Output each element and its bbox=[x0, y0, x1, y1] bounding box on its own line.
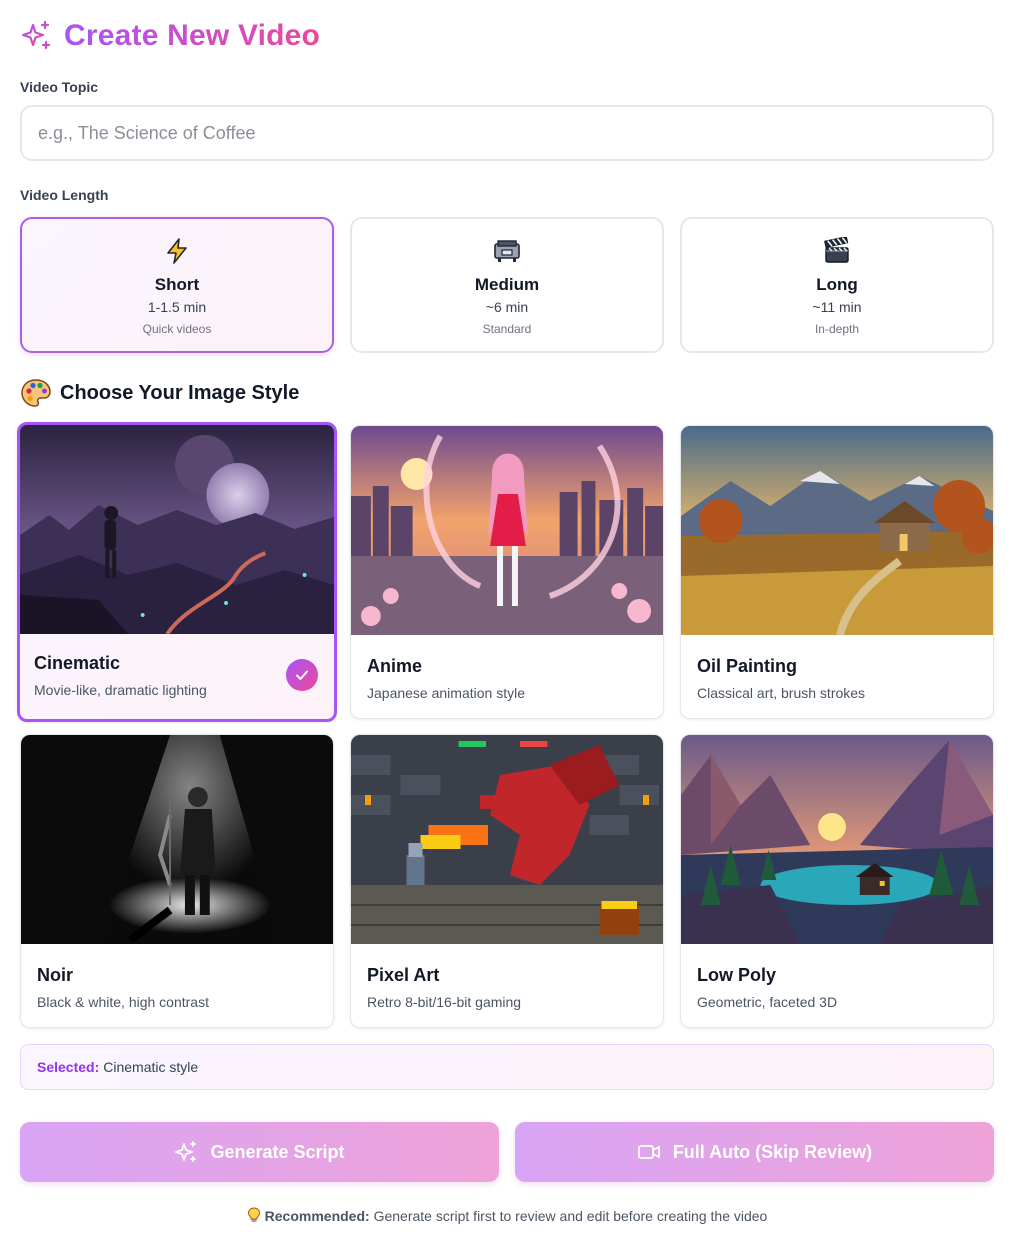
lightbulb-icon bbox=[247, 1207, 260, 1222]
pixel-art-thumbnail bbox=[351, 735, 663, 944]
video-length-label: Video Length bbox=[20, 187, 109, 203]
style-name: Anime bbox=[367, 656, 423, 676]
full-auto-button[interactable]: Full Auto (Skip Review) bbox=[515, 1122, 994, 1182]
style-card-oil-painting[interactable]: Oil Painting Classical art, brush stroke… bbox=[680, 425, 994, 719]
recommended-label: Recommended: bbox=[264, 1208, 370, 1224]
style-card-low-poly[interactable]: Low Poly Geometric, faceted 3D bbox=[680, 734, 994, 1028]
length-option-medium[interactable]: Medium ~6 min Standard bbox=[350, 217, 664, 353]
style-description: Geometric, faceted 3D bbox=[697, 994, 838, 1010]
lightning-icon bbox=[167, 238, 187, 264]
anime-thumbnail bbox=[351, 426, 663, 635]
palette-icon bbox=[21, 379, 51, 407]
sparkles-icon bbox=[21, 20, 51, 50]
style-description: Retro 8-bit/16-bit gaming bbox=[367, 994, 522, 1010]
length-duration: ~11 min bbox=[812, 299, 862, 315]
length-subtitle: Standard bbox=[482, 322, 532, 336]
selected-check-icon bbox=[286, 659, 318, 691]
style-name: Cinematic bbox=[34, 653, 121, 673]
length-name: Long bbox=[816, 275, 858, 294]
cinematic-thumbnail bbox=[20, 425, 334, 634]
clapperboard-icon bbox=[824, 237, 849, 263]
style-card-noir[interactable]: Noir Black & white, high contrast bbox=[20, 734, 334, 1028]
video-topic-input[interactable] bbox=[20, 105, 994, 161]
style-name: Noir bbox=[37, 965, 73, 985]
sparkles-icon bbox=[175, 1141, 197, 1162]
selected-label: Selected: bbox=[37, 1059, 100, 1075]
image-style-title: Choose Your Image Style bbox=[60, 381, 300, 404]
generate-script-label: Generate Script bbox=[210, 1141, 345, 1162]
length-name: Short bbox=[154, 275, 200, 294]
length-subtitle: Quick videos bbox=[142, 322, 212, 336]
low-poly-thumbnail bbox=[681, 735, 993, 944]
style-description: Classical art, brush strokes bbox=[697, 685, 866, 701]
image-style-heading: Choose Your Image Style bbox=[20, 378, 299, 408]
length-option-long[interactable]: Long ~11 min In-depth bbox=[680, 217, 994, 353]
recommendation-note: Recommended: Generate script first to re… bbox=[20, 1207, 994, 1224]
page-title: Create New Video bbox=[64, 19, 321, 52]
noir-thumbnail bbox=[21, 735, 333, 944]
style-card-anime[interactable]: Anime Japanese animation style bbox=[350, 425, 664, 719]
style-description: Movie-like, dramatic lighting bbox=[34, 682, 207, 698]
film-projector-icon bbox=[494, 240, 520, 262]
video-topic-label: Video Topic bbox=[20, 79, 99, 95]
length-duration: ~6 min bbox=[485, 299, 529, 315]
style-description: Japanese animation style bbox=[367, 685, 525, 701]
oil-painting-thumbnail bbox=[681, 426, 993, 635]
style-name: Low Poly bbox=[697, 965, 777, 985]
generate-script-button[interactable]: Generate Script bbox=[20, 1122, 499, 1182]
full-auto-label: Full Auto (Skip Review) bbox=[672, 1141, 873, 1162]
style-name: Oil Painting bbox=[697, 656, 798, 676]
style-description: Black & white, high contrast bbox=[37, 994, 209, 1010]
style-card-cinematic[interactable]: Cinematic Movie-like, dramatic lighting bbox=[17, 422, 337, 722]
selected-style-indicator: Selected: Cinematic style bbox=[20, 1044, 994, 1090]
header: Create New Video bbox=[20, 16, 320, 56]
style-card-pixel-art[interactable]: Pixel Art Retro 8-bit/16-bit gaming bbox=[350, 734, 664, 1028]
selected-value: Cinematic style bbox=[103, 1059, 199, 1075]
length-subtitle: In-depth bbox=[814, 322, 860, 336]
style-name: Pixel Art bbox=[367, 965, 440, 985]
length-options: Short 1-1.5 min Quick videos Medium ~6 m… bbox=[20, 217, 994, 353]
video-camera-icon bbox=[637, 1145, 660, 1159]
length-duration: 1-1.5 min bbox=[147, 299, 207, 315]
length-option-short[interactable]: Short 1-1.5 min Quick videos bbox=[20, 217, 334, 353]
length-name: Medium bbox=[474, 275, 540, 294]
recommended-text: Generate script first to review and edit… bbox=[373, 1208, 768, 1224]
